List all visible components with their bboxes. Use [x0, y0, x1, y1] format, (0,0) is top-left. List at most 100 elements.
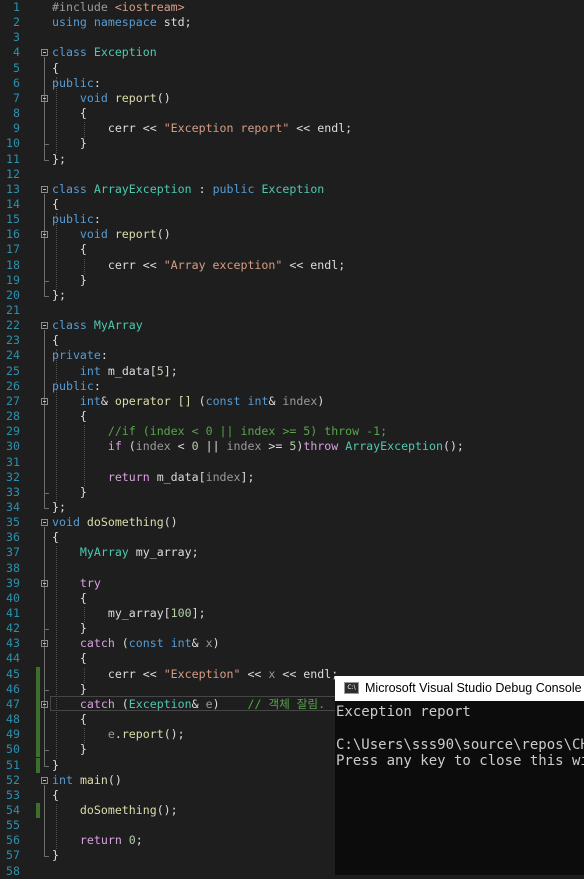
- code-line[interactable]: 15 public:: [0, 212, 584, 227]
- code-line[interactable]: 2 using namespace std;: [0, 15, 584, 30]
- code-line[interactable]: 34};: [0, 500, 584, 515]
- code-token: report: [114, 227, 157, 241]
- code-line[interactable]: 33 }: [0, 485, 584, 500]
- line-number: 32: [6, 470, 20, 484]
- code-token: void: [79, 91, 108, 105]
- code-line[interactable]: 4 class Exception: [0, 45, 584, 60]
- code-token: (): [163, 515, 178, 529]
- code-token: << endl;: [275, 667, 339, 681]
- line-number: 51: [6, 758, 20, 772]
- code-line[interactable]: 11};: [0, 152, 584, 167]
- line-number: 21: [6, 303, 20, 317]
- code-line[interactable]: 17 {: [0, 242, 584, 257]
- code-line[interactable]: 16 void report(): [0, 227, 584, 242]
- code-line[interactable]: 18 cerr << "Array exception" << endl;: [0, 258, 584, 273]
- debug-console-window[interactable]: C:\ Microsoft Visual Studio Debug Consol…: [335, 676, 584, 875]
- code-text: cerr << "Exception report" << endl;: [52, 121, 352, 136]
- code-line[interactable]: 44 {: [0, 651, 584, 666]
- code-token: >=: [261, 439, 290, 453]
- code-token: operator []: [114, 394, 192, 408]
- code-token: };: [52, 288, 66, 302]
- code-text: try: [52, 576, 101, 591]
- code-token: int: [170, 636, 192, 650]
- code-line[interactable]: 20};: [0, 288, 584, 303]
- code-token: //if (index < 0 || index >= 5) throw -1;: [107, 424, 388, 438]
- line-number: 2: [13, 15, 20, 29]
- code-token: cerr <<: [52, 258, 164, 272]
- change-marker: [36, 803, 40, 818]
- code-line[interactable]: 31: [0, 455, 584, 470]
- code-token: }: [52, 682, 87, 696]
- code-line[interactable]: 41 my_array[100];: [0, 606, 584, 621]
- code-token: "Array exception": [163, 258, 283, 272]
- code-token: "Exception": [163, 667, 241, 681]
- code-token: ];: [191, 606, 206, 620]
- code-line[interactable]: 13 class ArrayException : public Exceptio…: [0, 182, 584, 197]
- code-line[interactable]: 7 void report(): [0, 91, 584, 106]
- code-text: }: [52, 136, 87, 151]
- code-line[interactable]: 30 if (index < 0 || index >= 5)throw Arr…: [0, 439, 584, 454]
- code-token: }: [52, 848, 59, 862]
- line-number: 40: [6, 591, 20, 605]
- code-line[interactable]: 27 int& operator [] (const int& index): [0, 394, 584, 409]
- code-token: :: [93, 76, 101, 90]
- code-token: MyArray: [79, 545, 129, 559]
- code-line[interactable]: 25 int m_data[5];: [0, 364, 584, 379]
- code-token: void: [79, 227, 108, 241]
- code-token: Exception: [128, 697, 192, 711]
- code-line[interactable]: 10 }: [0, 136, 584, 151]
- change-marker: [36, 667, 40, 682]
- code-line[interactable]: 24 private:: [0, 348, 584, 363]
- code-line[interactable]: 35 void doSomething(): [0, 515, 584, 530]
- code-line[interactable]: 21: [0, 303, 584, 318]
- code-line[interactable]: 14 {: [0, 197, 584, 212]
- code-token: int: [79, 364, 101, 378]
- code-line[interactable]: 19 }: [0, 273, 584, 288]
- code-token: void: [52, 515, 80, 529]
- code-token: }: [52, 621, 87, 635]
- code-line[interactable]: 39 try: [0, 576, 584, 591]
- code-line[interactable]: 40 {: [0, 591, 584, 606]
- code-line[interactable]: 29 //if (index < 0 || index >= 5) throw …: [0, 424, 584, 439]
- code-token: 5: [156, 364, 164, 378]
- code-token: ArrayException: [345, 439, 443, 453]
- line-number: 35: [6, 515, 20, 529]
- code-text: }: [52, 621, 87, 636]
- console-titlebar[interactable]: C:\ Microsoft Visual Studio Debug Consol…: [335, 676, 584, 701]
- code-line[interactable]: 5{: [0, 61, 584, 76]
- code-line[interactable]: 12: [0, 167, 584, 182]
- code-line[interactable]: 37 MyArray my_array;: [0, 545, 584, 560]
- code-line[interactable]: 3: [0, 30, 584, 45]
- code-line[interactable]: 26 public:: [0, 379, 584, 394]
- code-line[interactable]: 38: [0, 561, 584, 576]
- code-text: private:: [52, 348, 108, 363]
- code-line[interactable]: 28 {: [0, 409, 584, 424]
- code-token: };: [52, 500, 66, 514]
- code-token: x: [205, 636, 213, 650]
- code-text: {: [52, 712, 87, 727]
- change-marker: [36, 758, 40, 773]
- line-number: 58: [6, 864, 20, 878]
- code-line[interactable]: 9 cerr << "Exception report" << endl;: [0, 121, 584, 136]
- code-line[interactable]: 6 public:: [0, 76, 584, 91]
- code-text: };: [52, 152, 66, 167]
- code-line[interactable]: 22 class MyArray: [0, 318, 584, 333]
- code-line[interactable]: 36 {: [0, 530, 584, 545]
- code-token: {: [52, 409, 87, 423]
- code-line[interactable]: 43 catch (const int& x): [0, 636, 584, 651]
- code-line[interactable]: 23 {: [0, 333, 584, 348]
- code-text: };: [52, 288, 66, 303]
- code-token: &: [191, 697, 206, 711]
- line-number: 31: [6, 455, 20, 469]
- code-line[interactable]: 42 }: [0, 621, 584, 636]
- code-line[interactable]: 32 return m_data[index];: [0, 470, 584, 485]
- line-number: 43: [6, 636, 20, 650]
- code-line[interactable]: 8 {: [0, 106, 584, 121]
- code-line[interactable]: 1 #include <iostream>: [0, 0, 584, 15]
